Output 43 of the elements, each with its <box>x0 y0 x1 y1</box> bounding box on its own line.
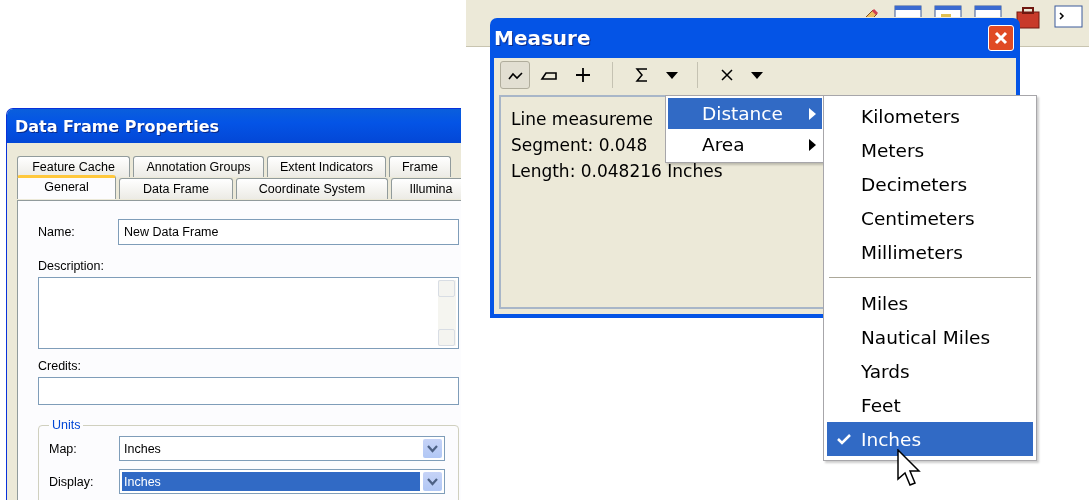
units-dropdown[interactable]: Inches <box>119 436 445 461</box>
window-title: Measure <box>494 26 591 50</box>
menu-item[interactable]: Inches <box>827 422 1033 456</box>
tab[interactable]: Data Frame <box>119 178 233 199</box>
field-label: Name: <box>38 225 76 239</box>
window-title: Data Frame Properties <box>7 109 461 143</box>
tab[interactable]: General <box>17 175 116 199</box>
field-label: Map: <box>49 441 78 456</box>
menu-item[interactable]: Yards <box>827 354 1033 388</box>
units-dropdown[interactable]: Inches <box>119 469 445 494</box>
result-text: Length: 0.048216 Inches <box>511 161 723 181</box>
menu-item[interactable]: Distance <box>668 98 822 129</box>
tab[interactable]: Feature Cache <box>17 156 130 177</box>
tab[interactable]: Coordinate System <box>236 178 388 199</box>
menu-item[interactable]: Decimeters <box>827 167 1033 201</box>
field-label: Credits: <box>38 359 83 373</box>
menu-item[interactable]: Meters <box>827 133 1033 167</box>
menu-item[interactable]: Miles <box>827 286 1033 320</box>
chevron-down-icon <box>423 439 442 458</box>
toolbox-icon[interactable] <box>1013 4 1043 30</box>
dropdown-value: Inches <box>123 440 162 458</box>
dropdown-value: Inches <box>122 472 420 491</box>
credits-field[interactable] <box>38 377 459 405</box>
menu-item[interactable]: Nautical Miles <box>827 320 1033 354</box>
menu-item[interactable]: Millimeters <box>827 235 1033 269</box>
name-field[interactable]: New Data Frame <box>118 219 459 245</box>
menu-item[interactable]: Feet <box>827 388 1033 422</box>
tab[interactable]: Illumina <box>391 178 461 199</box>
field-label: Display: <box>49 474 95 489</box>
tab[interactable]: Annotation Groups <box>133 156 264 177</box>
tab[interactable]: Frame <box>389 156 451 177</box>
menu-item[interactable]: Centimeters <box>827 201 1033 235</box>
tab[interactable]: Extent Indicators <box>267 156 386 177</box>
menu-item[interactable]: Kilometers <box>827 99 1033 133</box>
chevron-down-icon <box>423 472 442 491</box>
command-window-icon[interactable] <box>1053 4 1083 30</box>
close-icon[interactable] <box>988 25 1014 51</box>
group-label: Units <box>51 418 82 432</box>
result-text: Line measureme <box>511 109 653 129</box>
polyline-icon[interactable] <box>500 61 530 89</box>
menu-item[interactable]: Area <box>668 129 822 160</box>
field-label: Description: <box>38 259 105 273</box>
result-text: Segment: 0.048 <box>511 135 648 155</box>
